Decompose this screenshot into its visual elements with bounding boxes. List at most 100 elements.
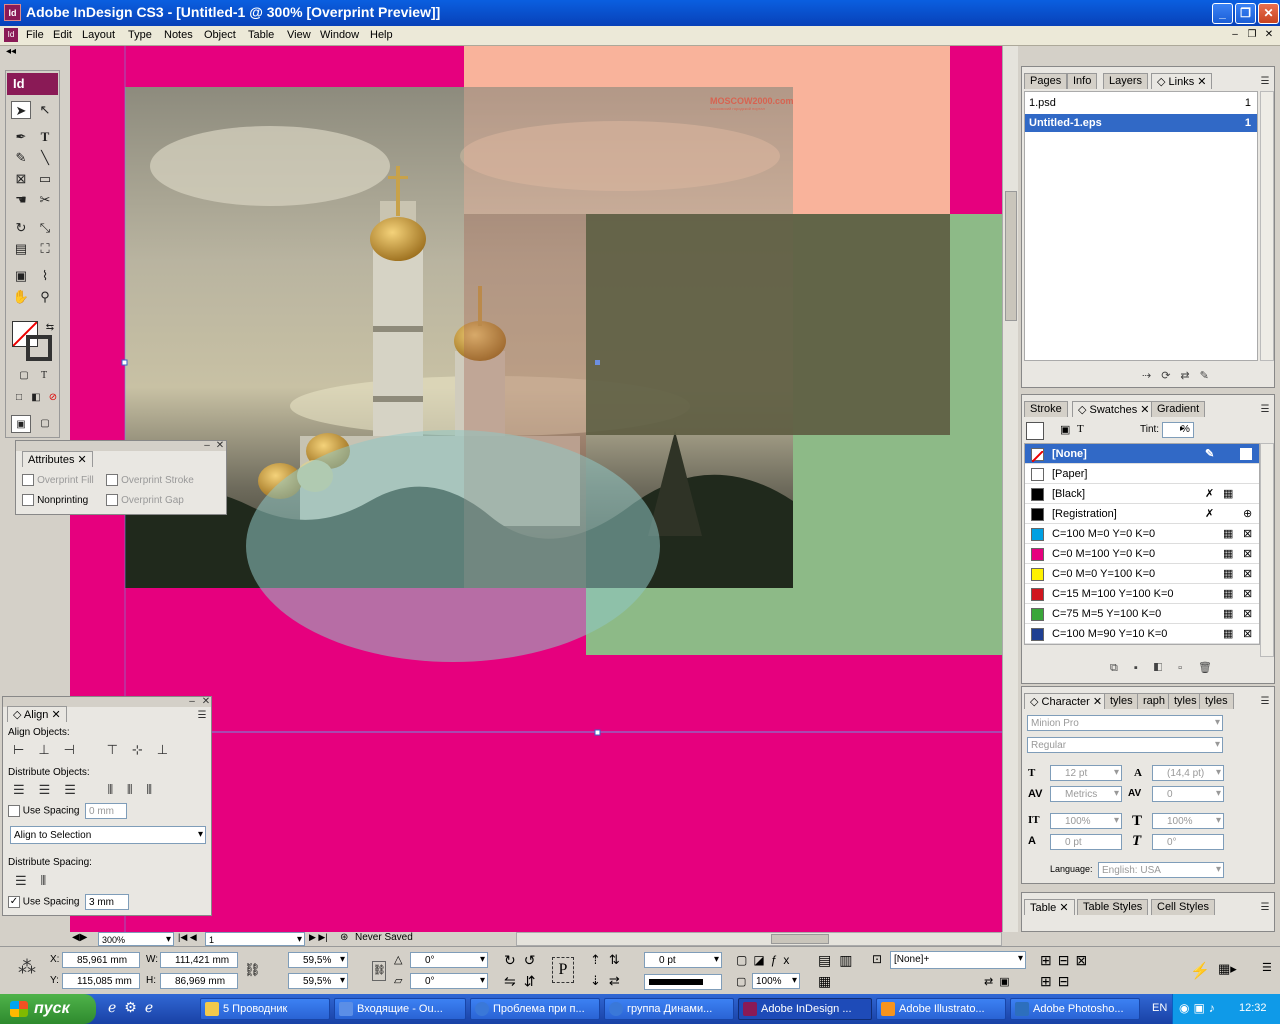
flip-buttons[interactable]: ⇋⇵ [504,973,543,990]
select-content-buttons[interactable]: ⇣⇄ [590,973,628,989]
h-field[interactable]: 86,969 mm [160,973,238,989]
reference-point-icon[interactable]: ⁂ [18,957,36,978]
font-size-field[interactable]: 12 pt [1050,765,1122,781]
scale-tool-icon[interactable]: ⤡ [35,219,55,237]
frame-fitting-icon[interactable]: ▦ [818,973,831,990]
normal-view-icon[interactable]: ▣ [11,415,31,433]
start-button[interactable]: пуск [0,994,96,1024]
tab-paragraph[interactable]: raph [1137,693,1172,709]
vertical-scrollbar[interactable] [1002,46,1018,932]
note-tool-icon[interactable]: ▣ [11,267,31,285]
fitting-buttons-bottom[interactable]: ⊞⊟ [1040,973,1075,990]
effects-buttons[interactable]: ▢◪ƒx [736,953,795,967]
rotate-field[interactable]: 0° [410,952,488,968]
panel-menu-icon[interactable]: ☰ [1258,695,1272,709]
control-menu-icon[interactable]: ☰ [1262,961,1272,974]
fitting-buttons-top[interactable]: ⊞⊟⊠ [1040,952,1093,969]
tab-table-styles[interactable]: Table Styles [1077,899,1149,915]
spacing-field-1[interactable]: 0 mm [85,803,127,819]
formatting-text-icon[interactable]: T [34,367,54,385]
scissors-tool-icon[interactable]: ✂ [35,191,55,209]
menu-object[interactable]: Object [204,29,236,41]
eyedropper-tool-icon[interactable]: ⌇ [35,267,55,285]
y-field[interactable]: 115,085 mm [62,973,140,989]
link-row[interactable]: 1.psd 1 [1025,94,1257,114]
skew-field[interactable]: 0° [1152,834,1224,850]
line-tool-icon[interactable]: ╲ [35,149,55,167]
rotate-buttons[interactable]: ↻↺ [504,952,543,969]
use-spacing-checkbox-1[interactable] [8,805,20,817]
doc-close-icon[interactable]: ✕ [1262,29,1276,42]
align-to-dropdown[interactable]: Align to Selection [10,826,206,844]
font-style-dropdown[interactable]: Regular [1027,737,1223,753]
tab-links[interactable]: ◇ Links ✕ [1151,73,1213,89]
swatch-cyan[interactable]: C=100 M=0 Y=0 K=0 ▦ ⊠ [1025,524,1259,544]
clear-override-buttons[interactable]: ⇄▣ [984,975,1016,988]
quick-launch-icons[interactable]: ℯ⚙ℯ [108,999,161,1016]
tab-object-styles[interactable]: tyles [1199,693,1234,709]
constrain-scale-icon[interactable]: ⛓ [372,961,386,981]
tab-character[interactable]: ◇ Character ✕ [1024,693,1109,709]
zoom-field[interactable]: 300% [98,932,174,946]
proxy-icon[interactable]: P [552,957,574,983]
language-dropdown[interactable]: English: USA [1098,862,1224,878]
opacity-field[interactable]: 100% [752,973,800,989]
tab-layers[interactable]: Layers [1103,73,1149,89]
menu-table[interactable]: Table [248,29,274,41]
swatch-red[interactable]: C=15 M=100 Y=100 K=0 ▦ ⊠ [1025,584,1259,604]
tab-table[interactable]: Table ✕ [1024,899,1075,915]
preview-view-icon[interactable]: ▢ [35,415,55,433]
tab-character-styles[interactable]: tyles [1104,693,1139,709]
swatch-registration[interactable]: [Registration] ✗ ⊕ [1025,504,1259,524]
panel-menu-icon[interactable]: ☰ [1258,75,1272,89]
pencil-tool-icon[interactable]: ✎ [11,149,31,167]
container-format-icon[interactable]: ▣ [1060,423,1070,436]
tab-stroke[interactable]: Stroke [1024,401,1068,417]
zoom-tool-icon[interactable]: ⚲ [35,288,55,306]
kerning-field[interactable]: Metrics [1050,786,1122,802]
shear-field[interactable]: 0° [410,973,488,989]
button-tool-icon[interactable]: ☚ [11,191,31,209]
horizontal-scrollbar[interactable] [516,932,1002,946]
menu-layout[interactable]: Layout [82,29,115,41]
links-scrollbar[interactable] [1260,91,1274,361]
doc-restore-icon[interactable]: ❐ [1245,29,1259,42]
direct-selection-tool-icon[interactable]: ↖ [35,101,55,119]
menu-type[interactable]: Type [128,29,152,41]
gradient-tool-icon[interactable]: ▤ [11,240,31,258]
collapse-left-icon[interactable]: ◂◂ [6,46,16,57]
panel-minimize-icon[interactable]: – [200,439,214,453]
swatch-magenta[interactable]: C=0 M=100 Y=0 K=0 ▦ ⊠ [1025,544,1259,564]
tab-align[interactable]: ◇ Align ✕ [7,706,67,722]
swatch-blue[interactable]: C=100 M=90 Y=10 K=0 ▦ ⊠ [1025,624,1259,644]
tab-paragraph-styles[interactable]: tyles [1168,693,1203,709]
swatch-yellow[interactable]: C=0 M=0 Y=100 K=0 ▦ ⊠ [1025,564,1259,584]
swatches-buttons[interactable]: ⧉▪◧▫🗑 [1110,661,1260,677]
swatch-none[interactable]: [None] ✎ [1025,444,1259,464]
text-wrap-buttons[interactable]: ▤▥ [818,952,860,969]
formatting-container-icon[interactable]: ▢ [14,367,34,385]
tab-pages[interactable]: Pages [1024,73,1068,89]
object-style-dropdown[interactable]: [None]+ [890,951,1026,969]
tab-info[interactable]: Info [1067,73,1098,89]
vertical-scale-field[interactable]: 100% [1050,813,1122,829]
constrain-link-icon[interactable]: ⛓ [244,962,261,978]
swap-fill-stroke-icon[interactable]: ⇆ [40,319,60,337]
minimize-button[interactable]: _ [1212,3,1233,24]
page-nav-icon[interactable]: ◀▶ [72,932,87,943]
menu-file[interactable]: File [26,29,44,41]
pen-tool-icon[interactable]: ✒ [11,128,31,146]
tab-gradient[interactable]: Gradient [1151,401,1206,417]
maximize-button[interactable]: ❐ [1235,3,1256,24]
apply-none-icon[interactable]: ⊘ [43,389,63,407]
distribute-buttons[interactable]: ☰☰☰ ⫴⫴⫴ [13,782,166,798]
task-outlook[interactable]: Входящие - Ou... [334,998,466,1020]
swatch-black[interactable]: [Black] ✗ ▦ [1025,484,1259,504]
task-indesign[interactable]: Adobe InDesign ... [738,998,872,1020]
flash-icon[interactable]: ⚡ [1190,961,1210,981]
overprint-stroke-checkbox[interactable] [106,474,118,487]
overprint-gap-checkbox[interactable] [106,494,118,507]
stroke-swatch-icon[interactable] [26,335,52,361]
w-field[interactable]: 111,421 mm [160,952,238,968]
panel-menu-icon[interactable]: ☰ [1258,901,1272,915]
